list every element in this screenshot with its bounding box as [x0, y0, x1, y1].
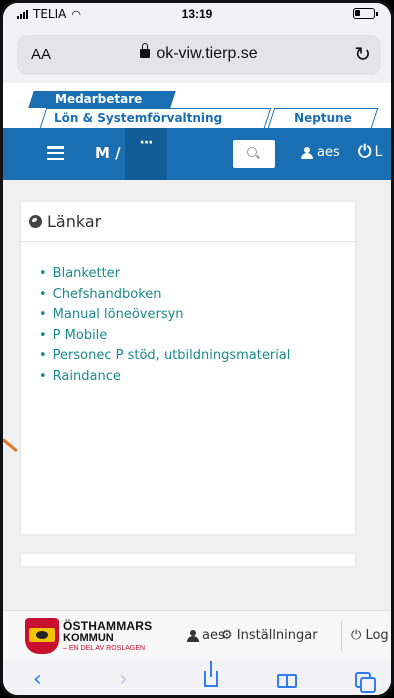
tab-medarbetare-label: Medarbetare — [55, 92, 143, 106]
user-icon — [301, 146, 313, 159]
site-tabs: Medarbetare Lön & Systemförvaltning Nept… — [3, 83, 391, 128]
bookmarks-icon[interactable] — [277, 674, 297, 688]
second-card — [21, 554, 355, 566]
link-p-mobile[interactable]: P Mobile — [39, 326, 355, 347]
logo-line-3: – EN DEL AV ROSLAGEN — [63, 645, 146, 652]
logo-text: ÖSTHAMMARS KOMMUN – EN DEL AV ROSLAGEN — [63, 619, 152, 653]
nav-m-menu[interactable]: M / — [95, 144, 121, 162]
card-title: Länkar — [47, 212, 102, 231]
search-icon — [247, 147, 257, 157]
browser-address-bar: AA ok-viw.tierp.se ↻ — [3, 25, 391, 83]
page-footer: ÖSTHAMMARS KOMMUN – EN DEL AV ROSLAGEN a… — [3, 610, 391, 661]
tab-medarbetare[interactable]: Medarbetare — [28, 91, 176, 108]
links-list: Blanketter Chefshandboken Manual löneöve… — [21, 242, 355, 387]
tab-neptune-label: Neptune — [294, 111, 352, 125]
footer-user[interactable]: aes — [187, 628, 225, 643]
url-text: ok-viw.tierp.se — [17, 43, 381, 63]
main-content: Länkar Blanketter Chefshandboken Manual … — [3, 180, 391, 610]
settings-label: Inställningar — [236, 628, 318, 643]
more-button[interactable]: ··· — [125, 128, 167, 180]
url-domain: ok-viw.tierp.se — [156, 45, 258, 62]
link-blanketter[interactable]: Blanketter — [39, 264, 355, 285]
user-name: aes — [317, 145, 340, 160]
links-card: Länkar Blanketter Chefshandboken Manual … — [21, 202, 355, 534]
lock-icon — [140, 43, 151, 58]
tab-lon-label: Lön & Systemförvaltning — [54, 111, 223, 125]
link-manual-loneoversyn[interactable]: Manual löneöversyn — [39, 305, 355, 326]
tab-neptune[interactable]: Neptune — [267, 108, 379, 128]
tabs-icon[interactable] — [355, 672, 376, 693]
power-icon: ⏻ — [351, 628, 362, 643]
clock: 13:19 — [181, 7, 213, 21]
tab-lon-systemforvaltning[interactable]: Lön & Systemförvaltning — [39, 108, 272, 128]
hamburger-menu-icon[interactable] — [47, 146, 64, 160]
municipality-logo — [25, 618, 59, 654]
battery-icon — [353, 8, 378, 19]
link-chefshandboken[interactable]: Chefshandboken — [39, 285, 355, 306]
forward-icon[interactable]: › — [119, 667, 128, 692]
footer-logout[interactable]: ⏻ Log — [351, 628, 389, 643]
globe-icon — [29, 215, 42, 228]
footer-divider — [341, 621, 342, 651]
footer-logout-label: Log — [365, 628, 389, 643]
annotation-arrow — [3, 438, 18, 453]
logout-button[interactable]: ⏻ L — [358, 142, 382, 162]
user-icon — [187, 629, 199, 642]
reload-icon[interactable]: ↻ — [354, 42, 371, 66]
link-raindance[interactable]: Raindance — [39, 367, 355, 388]
card-header: Länkar — [21, 202, 355, 242]
logo-line-2: KOMMUN — [63, 632, 114, 644]
gear-icon: ⚙ — [221, 628, 233, 643]
power-icon: ⏻ — [358, 142, 372, 162]
status-bar: TELIA ◠ 13:19 — [3, 3, 391, 25]
link-personec-p-stod[interactable]: Personec P stöd, utbildningsmaterial — [39, 346, 355, 367]
main-navbar: M / ··· aes ⏻ L — [3, 128, 391, 180]
settings-link[interactable]: ⚙ Inställningar — [221, 628, 318, 643]
logo-line-1: ÖSTHAMMARS — [63, 619, 153, 633]
back-icon[interactable]: ‹ — [33, 667, 42, 692]
search-button[interactable] — [233, 140, 275, 168]
user-menu[interactable]: aes — [301, 145, 340, 160]
browser-toolbar: ‹ › — [3, 661, 391, 695]
share-icon[interactable] — [204, 661, 218, 687]
logout-label: L — [374, 144, 383, 160]
phone-screen: TELIA ◠ 13:19 AA ok-viw.tierp.se ↻ Medar… — [0, 0, 394, 698]
url-field[interactable]: AA ok-viw.tierp.se ↻ — [17, 35, 381, 75]
